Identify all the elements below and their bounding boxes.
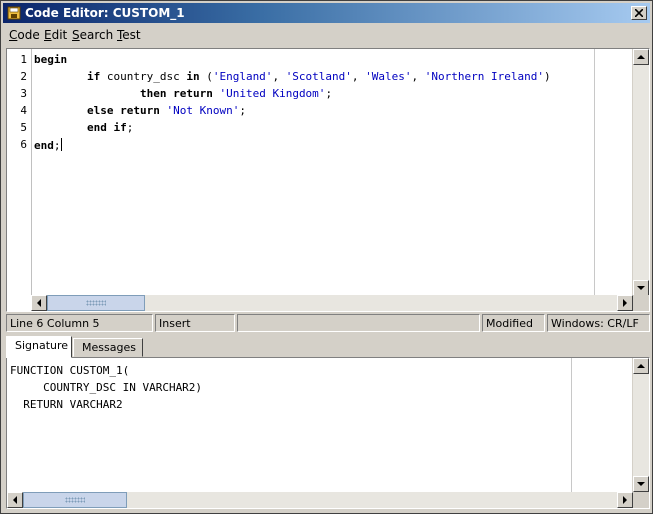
- close-icon: [635, 9, 643, 17]
- signature-text-area: FUNCTION CUSTOM_1( COUNTRY_DSC IN VARCHA…: [10, 362, 570, 492]
- arrow-down-icon: [637, 286, 645, 290]
- scroll-up-button[interactable]: [633, 358, 649, 374]
- scroll-left-button[interactable]: [7, 492, 23, 508]
- editor-window-icon: [7, 6, 21, 20]
- menu-search[interactable]: Search: [72, 28, 113, 42]
- right-margin-line: [594, 49, 595, 296]
- status-bar: Line 6 Column 5 Insert Modified Windows:…: [6, 314, 650, 332]
- code-token: (: [199, 70, 213, 83]
- line-number: 3: [20, 87, 27, 100]
- code-token: ,: [411, 70, 425, 83]
- line-number: 2: [20, 70, 27, 83]
- status-line-ending: Windows: CR/LF: [547, 314, 650, 332]
- signature-line: FUNCTION CUSTOM_1(: [10, 364, 130, 377]
- line-number: 4: [20, 104, 27, 117]
- scroll-corner: [633, 295, 649, 311]
- string-token: 'Scotland': [285, 70, 352, 83]
- code-text-area[interactable]: begin if country_dsc in ('England', 'Sco…: [34, 49, 599, 296]
- horizontal-scroll-thumb[interactable]: [47, 295, 145, 311]
- scroll-down-button[interactable]: [633, 476, 649, 492]
- code-line: end;: [34, 138, 62, 152]
- signature-vertical-scrollbar[interactable]: [632, 358, 649, 492]
- code-token: ,: [351, 70, 366, 83]
- menu-code[interactable]: Code: [9, 28, 40, 42]
- signature-margin-line: [571, 358, 572, 492]
- scroll-down-button[interactable]: [633, 280, 649, 296]
- string-token: 'Not Known': [166, 104, 240, 117]
- scroll-up-button[interactable]: [633, 49, 649, 65]
- code-line: if country_dsc in ('England', 'Scotland'…: [34, 70, 551, 83]
- code-line: begin: [34, 53, 67, 66]
- keyword-token: in: [186, 70, 200, 83]
- line-number: 6: [20, 138, 27, 151]
- signature-line: COUNTRY_DSC IN VARCHAR2): [10, 381, 203, 394]
- code-line: then return 'United Kingdom';: [34, 87, 332, 100]
- text-caret: [60, 138, 62, 151]
- keyword-token: if: [86, 70, 101, 83]
- code-line: else return 'Not Known';: [34, 104, 246, 117]
- status-edit-mode: Insert: [155, 314, 235, 332]
- keyword-token: begin: [34, 53, 68, 66]
- code-token: ;: [325, 87, 333, 100]
- code-token: ,: [272, 70, 286, 83]
- string-token: 'England': [212, 70, 273, 83]
- status-cursor-position: Line 6 Column 5: [6, 314, 153, 332]
- code-token: ;: [239, 104, 246, 117]
- status-modified: Modified: [482, 314, 545, 332]
- string-token: 'Northern Ireland': [424, 70, 544, 83]
- arrow-up-icon: [637, 364, 645, 368]
- tab-messages[interactable]: Messages: [73, 338, 143, 357]
- scroll-left-button[interactable]: [31, 295, 47, 311]
- line-number: 5: [20, 121, 27, 134]
- title-bar[interactable]: Code Editor: CUSTOM_1: [3, 3, 650, 23]
- arrow-left-icon: [13, 496, 17, 504]
- signature-pane[interactable]: FUNCTION CUSTOM_1( COUNTRY_DSC IN VARCHA…: [6, 357, 650, 509]
- arrow-right-icon: [623, 299, 627, 307]
- tab-signature[interactable]: Signature: [6, 336, 72, 358]
- close-button[interactable]: [631, 6, 647, 20]
- keyword-token: return: [120, 104, 160, 117]
- window-title: Code Editor: CUSTOM_1: [25, 6, 185, 20]
- scroll-right-button[interactable]: [617, 492, 633, 508]
- code-editor-window: Code Editor: CUSTOM_1 Code Edit Search T…: [0, 0, 653, 514]
- status-message: [237, 314, 480, 332]
- code-token: ;: [126, 121, 134, 134]
- line-number-gutter: 1 2 3 4 5 6: [7, 49, 32, 296]
- keyword-token: else: [86, 104, 114, 117]
- string-token: 'United Kingdom': [219, 87, 326, 100]
- bottom-tab-strip: Signature Messages: [6, 336, 650, 358]
- keyword-token: return: [173, 87, 213, 100]
- keyword-token: then: [139, 87, 167, 100]
- arrow-left-icon: [37, 299, 41, 307]
- code-token: ;: [53, 139, 61, 152]
- menu-test[interactable]: Test: [117, 28, 141, 42]
- code-token: ): [544, 70, 551, 83]
- keyword-token: end if: [86, 121, 127, 134]
- editor-horizontal-scrollbar[interactable]: [31, 295, 633, 311]
- scroll-corner: [633, 492, 649, 508]
- code-line: end if;: [34, 121, 133, 134]
- menu-edit[interactable]: Edit: [44, 28, 67, 42]
- menu-bar: Code Edit Search Test: [3, 25, 650, 45]
- signature-line: RETURN VARCHAR2: [10, 398, 123, 411]
- line-number: 1: [20, 53, 27, 66]
- string-token: 'Wales': [365, 70, 412, 83]
- arrow-right-icon: [623, 496, 627, 504]
- signature-horizontal-scrollbar[interactable]: [7, 492, 633, 508]
- code-editor-pane[interactable]: 1 2 3 4 5 6 begin if country_dsc in ('England…: [6, 48, 650, 312]
- arrow-down-icon: [637, 482, 645, 486]
- horizontal-scroll-thumb[interactable]: [23, 492, 127, 508]
- code-token: country_dsc: [100, 70, 187, 83]
- keyword-token: end: [34, 139, 54, 152]
- editor-vertical-scrollbar[interactable]: [632, 49, 649, 296]
- arrow-up-icon: [637, 55, 645, 59]
- scroll-right-button[interactable]: [617, 295, 633, 311]
